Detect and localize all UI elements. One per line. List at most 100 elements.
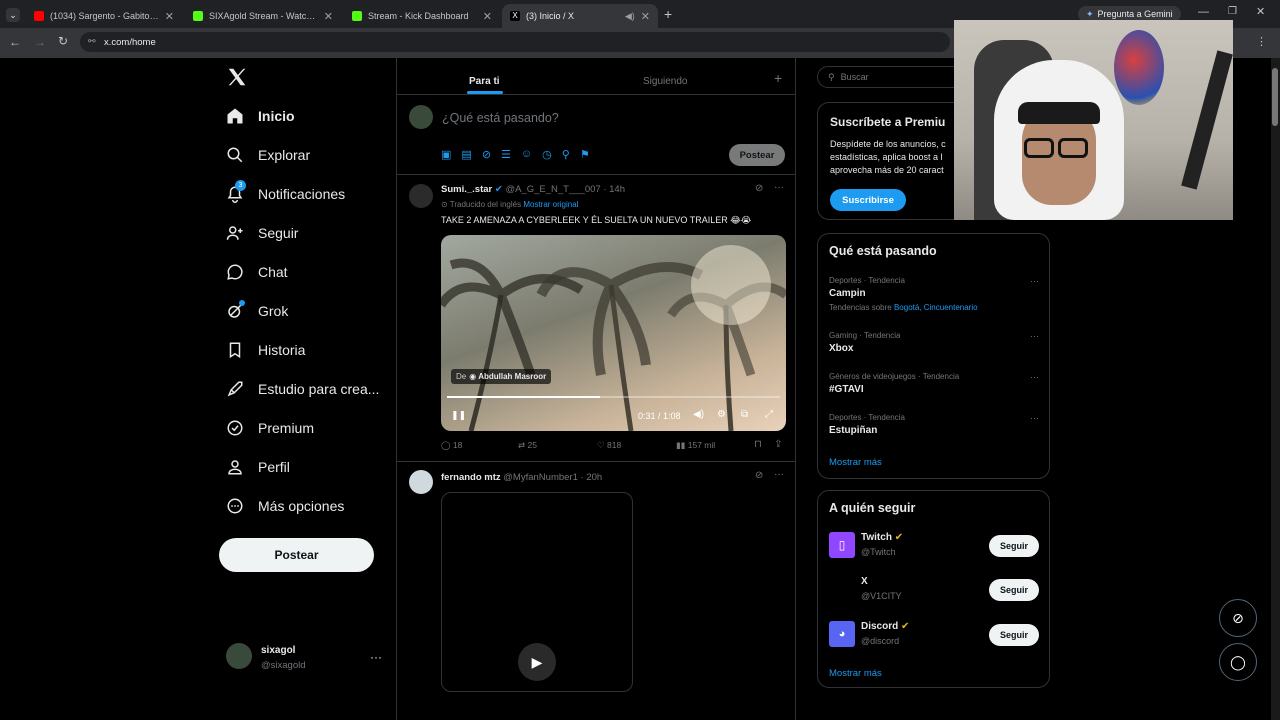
minimize-icon[interactable]: —	[1198, 6, 1209, 18]
messages-floating-button[interactable]: ◯	[1219, 643, 1257, 681]
post-more-icon[interactable]: ···	[774, 469, 784, 480]
nav-item-premium[interactable]: Premium	[226, 413, 314, 443]
restore-icon[interactable]: ❐	[1228, 6, 1237, 17]
gif-icon[interactable]: ▤	[461, 148, 471, 161]
browser-tab-4[interactable]: X (3) Inicio / X ◀) ✕	[502, 4, 658, 28]
composer-input[interactable]: ¿Qué está pasando?	[442, 111, 559, 125]
nav-item-seguir[interactable]: Seguir	[226, 218, 298, 248]
post-avatar[interactable]	[409, 470, 433, 494]
browser-menu-icon[interactable]: ⋮	[1256, 35, 1267, 48]
post-button[interactable]: Postear	[219, 538, 374, 572]
trend-item[interactable]: Géneros de videojuegos · Tendencia #GTAV…	[829, 372, 1039, 395]
fullscreen-icon[interactable]: ⤢	[765, 409, 773, 420]
nav-item-chat[interactable]: Chat	[226, 257, 288, 287]
who-show-more-link[interactable]: Mostrar más	[829, 668, 882, 679]
address-bar[interactable]: ⚯ x.com/home	[80, 32, 950, 52]
trend-more-icon[interactable]: ···	[1030, 276, 1039, 286]
post-video[interactable]: ▶	[441, 492, 633, 692]
avatar[interactable]	[226, 643, 252, 669]
discord-logo-icon[interactable]: ◕	[829, 621, 855, 647]
pip-icon[interactable]: ⧉	[741, 409, 748, 420]
browser-tab-3[interactable]: Stream - Kick Dashboard ✕	[344, 4, 500, 28]
nav-item-explorar[interactable]: Explorar	[226, 140, 310, 170]
grok-icon[interactable]: ⊘	[755, 183, 763, 194]
reload-icon[interactable]: ↻	[58, 34, 68, 48]
close-tab-icon[interactable]: ✕	[483, 10, 492, 23]
browser-tab-1[interactable]: (1034) Sargento - Gabito Ballest✕	[26, 4, 182, 28]
grok-icon[interactable]: ⊘	[755, 470, 763, 481]
trend-item[interactable]: Deportes · Tendencia Estupiñan ···	[829, 413, 1039, 436]
reply-button[interactable]: ◯ 18	[441, 440, 462, 451]
page-scrollbar[interactable]	[1271, 58, 1280, 720]
like-button[interactable]: ♡ 818	[597, 440, 621, 451]
close-tab-icon[interactable]: ✕	[641, 10, 650, 23]
post-author-name[interactable]: fernando mtz	[441, 472, 501, 483]
emoji-icon[interactable]: ☺	[521, 148, 532, 161]
flag-icon[interactable]: ⚑	[580, 148, 590, 161]
x-logo-icon[interactable]	[226, 66, 248, 88]
trend-item[interactable]: Gaming · Tendencia Xbox ···	[829, 331, 1039, 354]
views-button[interactable]: ▮▮ 157 mil	[676, 440, 715, 451]
close-window-icon[interactable]: ✕	[1256, 5, 1265, 18]
new-tab-icon[interactable]: +	[664, 6, 672, 22]
trend-more-icon[interactable]: ···	[1030, 372, 1039, 382]
follow-suggestion-name[interactable]: X	[861, 576, 868, 587]
volume-icon[interactable]: ◀)	[693, 409, 704, 420]
tab-siguiendo[interactable]: Siguiendo	[643, 76, 687, 87]
composer-post-button[interactable]: Postear	[729, 144, 785, 166]
post-avatar[interactable]	[409, 184, 433, 208]
follow-button[interactable]: Seguir	[989, 535, 1039, 557]
speaker-icon[interactable]: ◀)	[625, 11, 635, 22]
follow-button[interactable]: Seguir	[989, 624, 1039, 646]
trend-item[interactable]: Deportes · Tendencia Campin Tendencias s…	[829, 276, 1039, 312]
nav-item-notificaciones[interactable]: 3 Notificaciones	[226, 179, 345, 209]
show-more-link[interactable]: Mostrar más	[829, 457, 882, 468]
video-source-badge[interactable]: De ◉ Abdullah Masroor	[451, 369, 552, 384]
nav-item-inicio[interactable]: Inicio	[226, 101, 295, 131]
image-icon[interactable]: ▣	[441, 148, 451, 161]
nav-item-grok[interactable]: Grok	[226, 296, 288, 326]
trend-more-icon[interactable]: ···	[1030, 413, 1039, 423]
nav-item-estudio[interactable]: Estudio para crea...	[226, 374, 379, 404]
share-icon[interactable]: ⇪	[774, 439, 782, 450]
account-menu-icon[interactable]: ···	[370, 650, 382, 664]
nav-item-mas-opciones[interactable]: Más opciones	[226, 491, 344, 521]
tab-search-button[interactable]: ⌄	[6, 8, 20, 22]
x-avatar[interactable]	[829, 576, 855, 602]
search-input[interactable]: ⚲ Buscar	[817, 66, 967, 88]
browser-tab-2[interactable]: SIXAgold Stream - Watch Live o✕	[185, 4, 341, 28]
post-more-icon[interactable]: ···	[774, 182, 784, 193]
post-author-handle[interactable]: @A_G_E_N_T___007	[505, 184, 600, 195]
follow-suggestion-name[interactable]: Twitch ✔	[861, 532, 903, 543]
grok-icon[interactable]: ⊘	[482, 148, 491, 161]
location-icon[interactable]: ⚲	[562, 148, 570, 161]
bookmark-icon[interactable]: ⊓	[754, 439, 762, 450]
subscribe-button[interactable]: Suscribirse	[830, 189, 906, 211]
video-progress-track[interactable]	[447, 396, 780, 398]
pause-icon[interactable]: ❚❚	[451, 410, 466, 421]
repost-button[interactable]: ⇄ 25	[518, 440, 537, 451]
scrollbar-thumb[interactable]	[1272, 68, 1278, 126]
trend-more-icon[interactable]: ···	[1030, 331, 1039, 341]
poll-icon[interactable]: ☰	[501, 148, 511, 161]
post-author-handle[interactable]: @MyfanNumber1	[503, 472, 578, 483]
nav-item-historia[interactable]: Historia	[226, 335, 305, 365]
forward-icon[interactable]: →	[34, 35, 46, 49]
post-author-name[interactable]: Sumi._.star	[441, 184, 492, 195]
play-icon[interactable]: ▶	[518, 643, 556, 681]
close-tab-icon[interactable]: ✕	[165, 10, 174, 23]
add-feed-icon[interactable]: +	[774, 70, 782, 86]
follow-suggestion-name[interactable]: Discord ✔	[861, 621, 909, 632]
post-video[interactable]: De ◉ Abdullah Masroor ❚❚ 0:31 / 1:08 ◀) …	[441, 235, 786, 431]
show-original-link[interactable]: Mostrar original	[523, 200, 578, 209]
schedule-icon[interactable]: ◷	[542, 148, 552, 161]
site-info-icon[interactable]: ⚯	[88, 36, 96, 47]
grok-floating-button[interactable]: ⊘	[1219, 599, 1257, 637]
twitch-logo-icon[interactable]: ▯	[829, 532, 855, 558]
follow-button[interactable]: Seguir	[989, 579, 1039, 601]
nav-item-perfil[interactable]: Perfil	[226, 452, 290, 482]
tab-para-ti[interactable]: Para ti	[469, 76, 500, 87]
back-icon[interactable]: ←	[9, 35, 21, 49]
close-tab-icon[interactable]: ✕	[324, 10, 333, 23]
settings-icon[interactable]: ⚙	[717, 409, 726, 420]
